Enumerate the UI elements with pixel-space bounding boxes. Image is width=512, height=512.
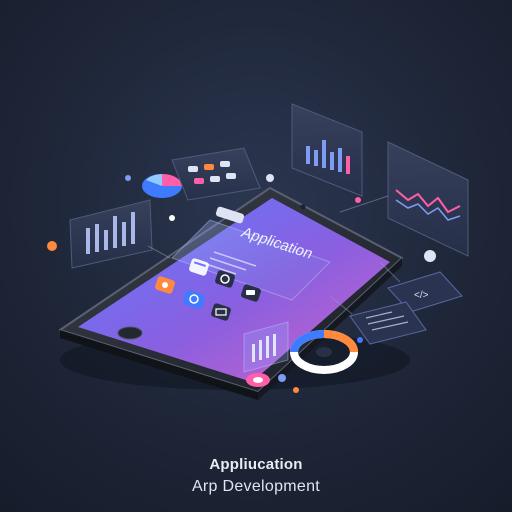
app-development-illustration: Application </> <box>47 103 469 400</box>
line-chart-panel <box>387 141 469 257</box>
eye-badge-icon <box>246 373 270 387</box>
bar-chart-panel <box>69 199 153 269</box>
caption-subtitle: Arp Development <box>191 478 321 495</box>
caption-title: Appliucation <box>209 456 303 473</box>
pie-chart-icon <box>142 174 182 198</box>
app-tray-panel <box>171 147 261 201</box>
home-button[interactable] <box>117 326 143 340</box>
top-bar-chart-panel <box>291 103 363 197</box>
front-camera-icon <box>300 204 306 210</box>
code-icon: </> <box>414 290 429 301</box>
